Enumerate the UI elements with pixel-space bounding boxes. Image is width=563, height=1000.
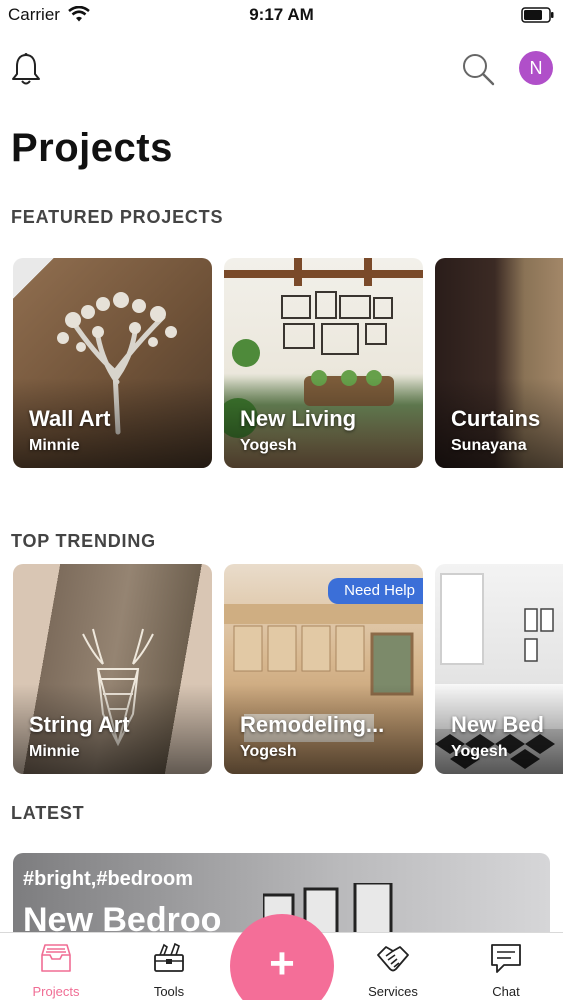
card-author: Yogesh bbox=[240, 743, 297, 760]
need-help-badge[interactable]: Need Help bbox=[328, 578, 423, 604]
latest-tags: #bright,#bedroom bbox=[23, 868, 194, 890]
project-card[interactable]: New Living Yogesh bbox=[224, 258, 423, 468]
project-card[interactable]: New Bed Yogesh bbox=[435, 564, 563, 774]
chat-bubble-icon bbox=[491, 944, 521, 973]
card-author: Sunayana bbox=[451, 437, 527, 454]
status-bar: Carrier 9:17 AM bbox=[0, 0, 563, 30]
search-icon[interactable] bbox=[461, 52, 495, 86]
status-time: 9:17 AM bbox=[249, 5, 314, 24]
tab-label: Tools bbox=[153, 984, 185, 999]
card-author: Yogesh bbox=[451, 743, 508, 760]
tab-projects[interactable]: Projects bbox=[11, 933, 101, 1000]
toolbox-icon bbox=[154, 942, 184, 972]
card-author: Minnie bbox=[29, 743, 80, 760]
handshake-icon bbox=[377, 946, 409, 972]
tab-tools[interactable]: Tools bbox=[124, 933, 214, 1000]
inbox-tray-icon bbox=[41, 944, 71, 972]
latest-heading: LATEST bbox=[11, 803, 85, 823]
avatar[interactable]: N bbox=[519, 51, 553, 85]
project-card[interactable]: String Art Minnie bbox=[13, 564, 212, 774]
tab-label: Chat bbox=[492, 984, 520, 999]
tab-label: Projects bbox=[32, 984, 80, 999]
trending-carousel[interactable]: String Art Minnie Need Help Remodeling..… bbox=[13, 564, 563, 774]
project-card[interactable]: Curtains Sunayana bbox=[435, 258, 563, 468]
card-author: Yogesh bbox=[240, 437, 297, 454]
card-title: New Bed bbox=[451, 712, 544, 737]
battery-icon bbox=[521, 7, 554, 23]
featured-carousel[interactable]: Wall Art Minnie New Living Yogesh Curtai… bbox=[13, 258, 563, 468]
bell-icon[interactable] bbox=[11, 52, 41, 86]
project-card[interactable]: Wall Art Minnie bbox=[13, 258, 212, 468]
card-title: Curtains bbox=[451, 406, 541, 431]
card-title: String Art bbox=[29, 712, 130, 737]
trending-heading: TOP TRENDING bbox=[11, 531, 156, 551]
card-title: Remodeling... bbox=[240, 712, 385, 737]
featured-heading: FEATURED PROJECTS bbox=[11, 207, 224, 227]
tab-label: Services bbox=[368, 984, 418, 999]
project-card[interactable]: Need Help Remodeling... Yogesh bbox=[224, 564, 423, 774]
page-title: Projects bbox=[11, 126, 173, 170]
tab-chat[interactable]: Chat bbox=[461, 933, 551, 1000]
card-title: New Living bbox=[240, 406, 357, 431]
tab-services[interactable]: Services bbox=[348, 933, 438, 1000]
card-title: Wall Art bbox=[29, 406, 111, 431]
card-author: Minnie bbox=[29, 437, 80, 454]
